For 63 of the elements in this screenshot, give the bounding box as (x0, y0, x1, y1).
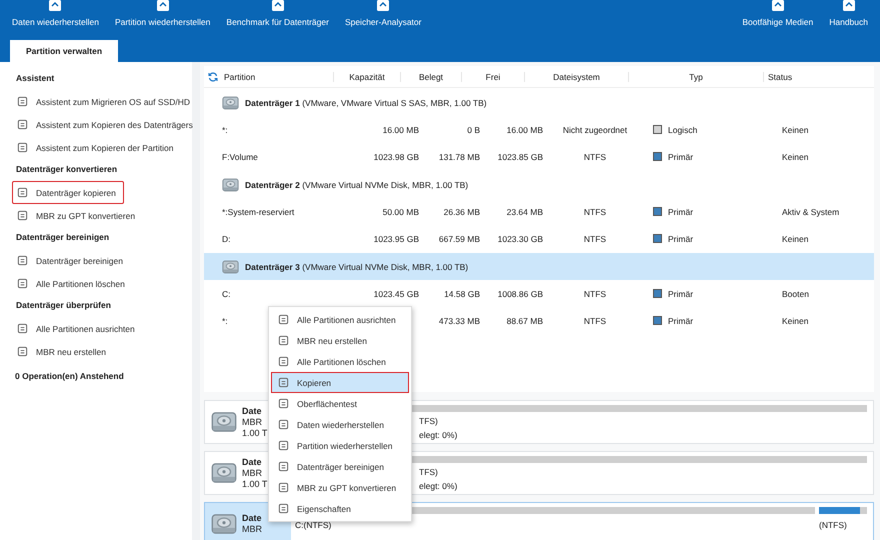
table-cell: Primär (668, 316, 694, 326)
table-cell: Keinen (782, 152, 808, 162)
table-cell: 1023.85 GB (498, 152, 543, 162)
disk-name: Date (242, 406, 263, 416)
partition-detail: elegt: 0%) (419, 430, 458, 440)
disk-size: 1.00 T (242, 478, 268, 490)
table-cell: Nicht zugeordnet (562, 124, 628, 134)
table-cell: C: (222, 288, 230, 298)
table-cell: 50.00 MB (382, 206, 419, 216)
table-cell: Booten (782, 288, 809, 298)
table-cell: F:Volume (222, 152, 258, 162)
section-title: Datenträger konvertieren (16, 164, 118, 174)
table-cell: *: (222, 316, 228, 326)
table-cell: 16.00 MB (506, 124, 543, 134)
table-cell: 88.67 MB (506, 316, 543, 326)
table-cell: Keinen (782, 234, 808, 244)
disk-label: Datenträger 2 (VMware Virtual NVMe Disk, MBR, 1.00 TB) (245, 180, 468, 190)
table-cell: 1023.98 GB (374, 152, 419, 162)
table-cell: Primär (668, 234, 694, 244)
table-cell: *: (222, 124, 228, 134)
table-cell: 0 B (467, 124, 480, 134)
disk-name: Date (242, 456, 263, 468)
table-cell: Aktiv & System (782, 206, 840, 216)
table-cell: Primär (668, 152, 694, 162)
table-cell: 14.58 GB (444, 288, 480, 298)
disk-name: Date (242, 513, 262, 524)
table-cell: 1008.86 GB (498, 288, 543, 298)
table-cell: Keinen (782, 124, 808, 134)
table-cell: Keinen (782, 316, 808, 326)
table-cell: 1023.95 GB (374, 234, 419, 244)
table-cell: Logisch (668, 124, 698, 134)
partition-label: C:(NTFS) (295, 520, 332, 530)
table-cell: NTFS (584, 152, 606, 162)
partition-label: TFS) (419, 416, 438, 426)
disk-type: MBR (242, 524, 262, 535)
table-cell: 131.78 MB (438, 152, 480, 162)
disk-size: 1.00 T (242, 428, 268, 438)
table-cell: NTFS (584, 234, 606, 244)
table-cell: 26.36 MB (444, 206, 480, 216)
disk-type: MBR (242, 468, 263, 478)
table-cell: Primär (668, 288, 694, 298)
table-cell: 1023.30 GB (498, 234, 543, 244)
section-title: Assistent (16, 73, 56, 83)
table-cell: NTFS (584, 316, 606, 326)
table-cell: NTFS (584, 288, 606, 298)
section-title: Datenträger überprüfen (16, 300, 112, 310)
partition-label: (NTFS) (819, 520, 847, 530)
disk-label: Datenträger 1 (VMware, VMware Virtual S SAS, MBR, 1.00 TB) (245, 98, 487, 108)
table-cell: 473.33 MB (438, 316, 480, 326)
disk-type: MBR (242, 416, 263, 428)
partition-detail: elegt: 0%) (419, 481, 458, 491)
table-cell: Primär (668, 206, 694, 216)
table-cell: 23.64 MB (506, 206, 543, 216)
table-cell: D: (222, 234, 230, 244)
pending-operations: 0 Operation(en) Anstehend (15, 371, 125, 381)
partition-label: TFS) (419, 467, 438, 477)
table-cell: 1023.45 GB (374, 288, 419, 298)
table-cell: 667.59 MB (438, 234, 480, 244)
table-cell: NTFS (584, 206, 606, 216)
table-cell: 16.00 MB (382, 124, 419, 134)
table-cell: *:System-reserviert (222, 206, 294, 216)
section-title: Datenträger bereinigen (16, 232, 110, 242)
disk-label: Datenträger 3 (VMware Virtual NVMe Disk, MBR, 1.00 TB) (245, 262, 468, 272)
